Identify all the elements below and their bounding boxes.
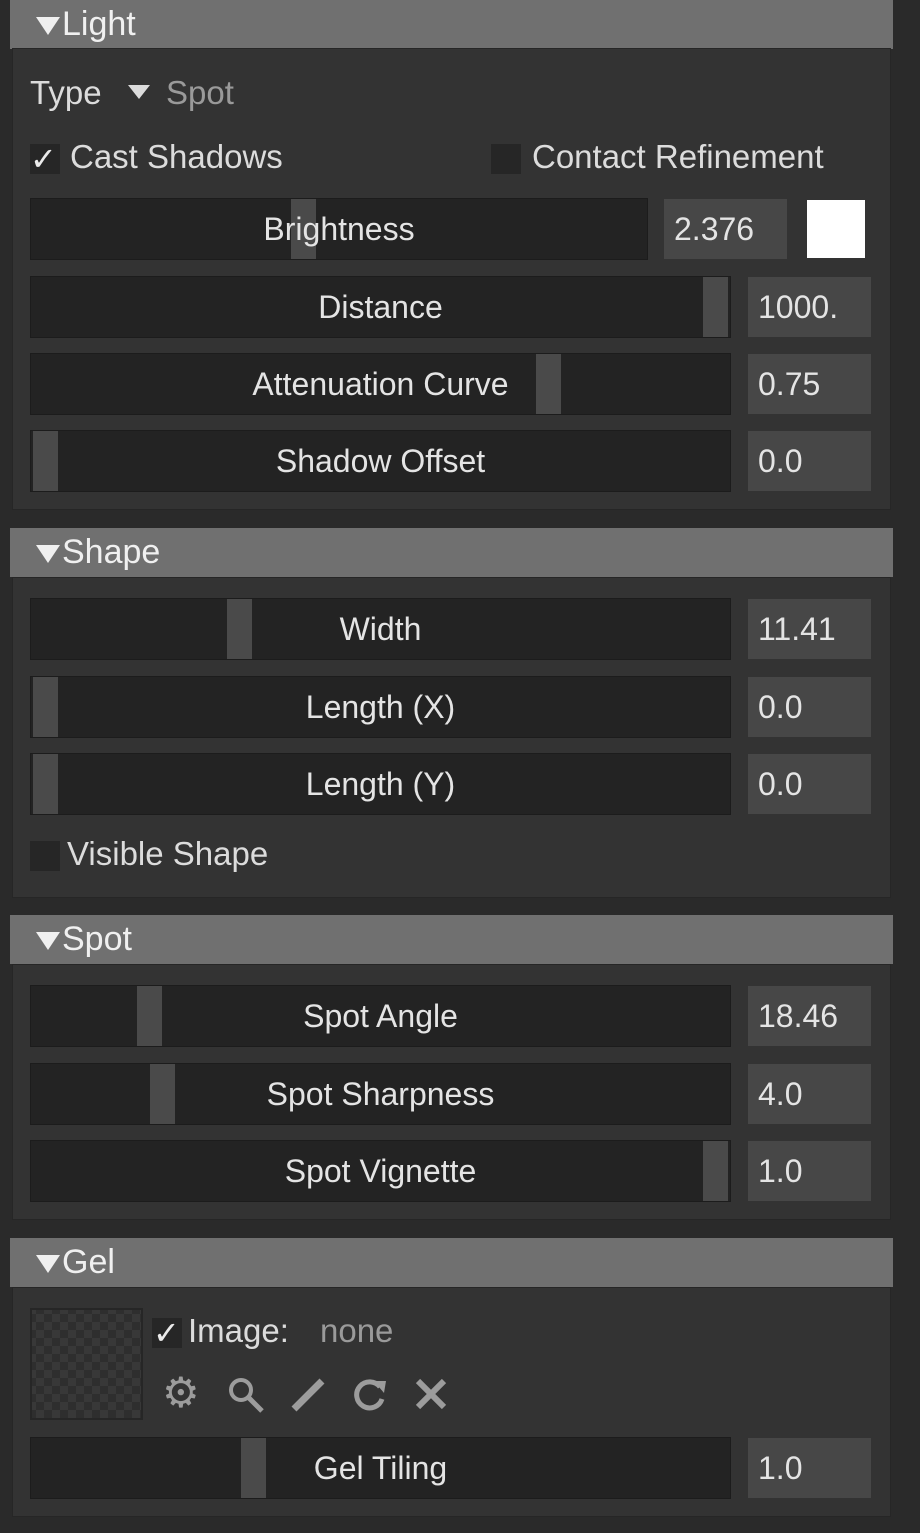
width-value-field[interactable]: 11.41 <box>748 599 871 659</box>
width-slider[interactable]: Width <box>30 598 731 660</box>
attenuation-curve-slider[interactable]: Attenuation Curve <box>30 353 731 415</box>
gel-tiling-slider[interactable]: Gel Tiling <box>30 1437 731 1499</box>
gel-image-thumbnail[interactable] <box>30 1308 143 1420</box>
attenuation-curve-value-field[interactable]: 0.75 <box>748 354 871 414</box>
distance-slider[interactable]: Distance <box>30 276 731 338</box>
length-y-value-field[interactable]: 0.0 <box>748 754 871 814</box>
spot-vignette-value-field[interactable]: 1.0 <box>748 1141 871 1201</box>
cast-shadows-label: Cast Shadows <box>70 138 283 175</box>
slider-label: Length (X) <box>305 689 456 725</box>
slider-label: Length (Y) <box>305 766 456 802</box>
shadow-offset-slider[interactable]: Shadow Offset <box>30 430 731 492</box>
spot-angle-slider[interactable]: Spot Angle <box>30 985 731 1047</box>
slider-label: Shadow Offset <box>275 443 486 479</box>
spot-sharpness-slider[interactable]: Spot Sharpness <box>30 1063 731 1125</box>
visible-shape-checkbox[interactable]: Visible Shape <box>30 835 310 877</box>
slider-label: Distance <box>318 289 443 325</box>
slider-label: Attenuation Curve <box>252 366 509 402</box>
collapse-triangle-icon <box>36 545 60 563</box>
close-icon[interactable] <box>412 1375 452 1415</box>
section-header-gel[interactable]: Gel <box>10 1238 893 1287</box>
collapse-triangle-icon <box>36 1255 60 1273</box>
search-icon[interactable] <box>226 1375 266 1415</box>
section-title: Light <box>62 5 136 43</box>
slider-label: Spot Angle <box>303 998 458 1034</box>
slider-label: Width <box>339 611 422 647</box>
image-label: Image: <box>188 1312 289 1349</box>
checkbox-box <box>30 841 60 871</box>
length-x-value-field[interactable]: 0.0 <box>748 677 871 737</box>
reload-icon[interactable] <box>350 1375 390 1415</box>
slider-label: Brightness <box>263 211 415 247</box>
section-title: Gel <box>62 1243 115 1281</box>
section-header-spot[interactable]: Spot <box>10 915 893 964</box>
brightness-slider[interactable]: Brightness <box>30 198 648 260</box>
brightness-value-field[interactable]: 2.376 <box>664 199 787 259</box>
type-dropdown[interactable]: Spot <box>128 74 258 114</box>
section-title: Shape <box>62 533 161 571</box>
gel-image-checkbox[interactable]: ✓ Image: none <box>152 1312 452 1354</box>
slider-label: Spot Sharpness <box>266 1076 495 1112</box>
shadow-offset-value-field[interactable]: 0.0 <box>748 431 871 491</box>
length-x-slider[interactable]: Length (X) <box>30 676 731 738</box>
checkmark-icon: ✓ <box>30 141 57 177</box>
section-header-light[interactable]: Light <box>10 0 893 49</box>
section-title: Spot <box>62 920 132 958</box>
contact-refinement-checkbox[interactable]: Contact Refinement <box>491 138 881 180</box>
gear-icon[interactable]: ⚙ <box>162 1372 200 1414</box>
spot-angle-value-field[interactable]: 18.46 <box>748 986 871 1046</box>
visible-shape-label: Visible Shape <box>67 835 269 872</box>
dropdown-triangle-icon <box>128 85 150 99</box>
section-header-shape[interactable]: Shape <box>10 528 893 577</box>
image-value: none <box>320 1312 394 1349</box>
type-value: Spot <box>166 74 234 111</box>
light-color-swatch[interactable] <box>807 200 865 258</box>
collapse-triangle-icon <box>36 932 60 950</box>
pencil-icon[interactable] <box>288 1375 328 1415</box>
checkbox-box <box>491 144 521 174</box>
length-y-slider[interactable]: Length (Y) <box>30 753 731 815</box>
checkmark-icon: ✓ <box>153 1315 180 1351</box>
contact-refinement-label: Contact Refinement <box>532 138 824 175</box>
spot-vignette-slider[interactable]: Spot Vignette <box>30 1140 731 1202</box>
type-label: Type <box>30 74 102 111</box>
spot-sharpness-value-field[interactable]: 4.0 <box>748 1064 871 1124</box>
slider-label: Spot Vignette <box>284 1153 477 1189</box>
collapse-triangle-icon <box>36 17 60 35</box>
cast-shadows-checkbox[interactable]: ✓ Cast Shadows <box>30 138 320 180</box>
gel-tiling-value-field[interactable]: 1.0 <box>748 1438 871 1498</box>
slider-label: Gel Tiling <box>313 1450 448 1486</box>
distance-value-field[interactable]: 1000. <box>748 277 871 337</box>
